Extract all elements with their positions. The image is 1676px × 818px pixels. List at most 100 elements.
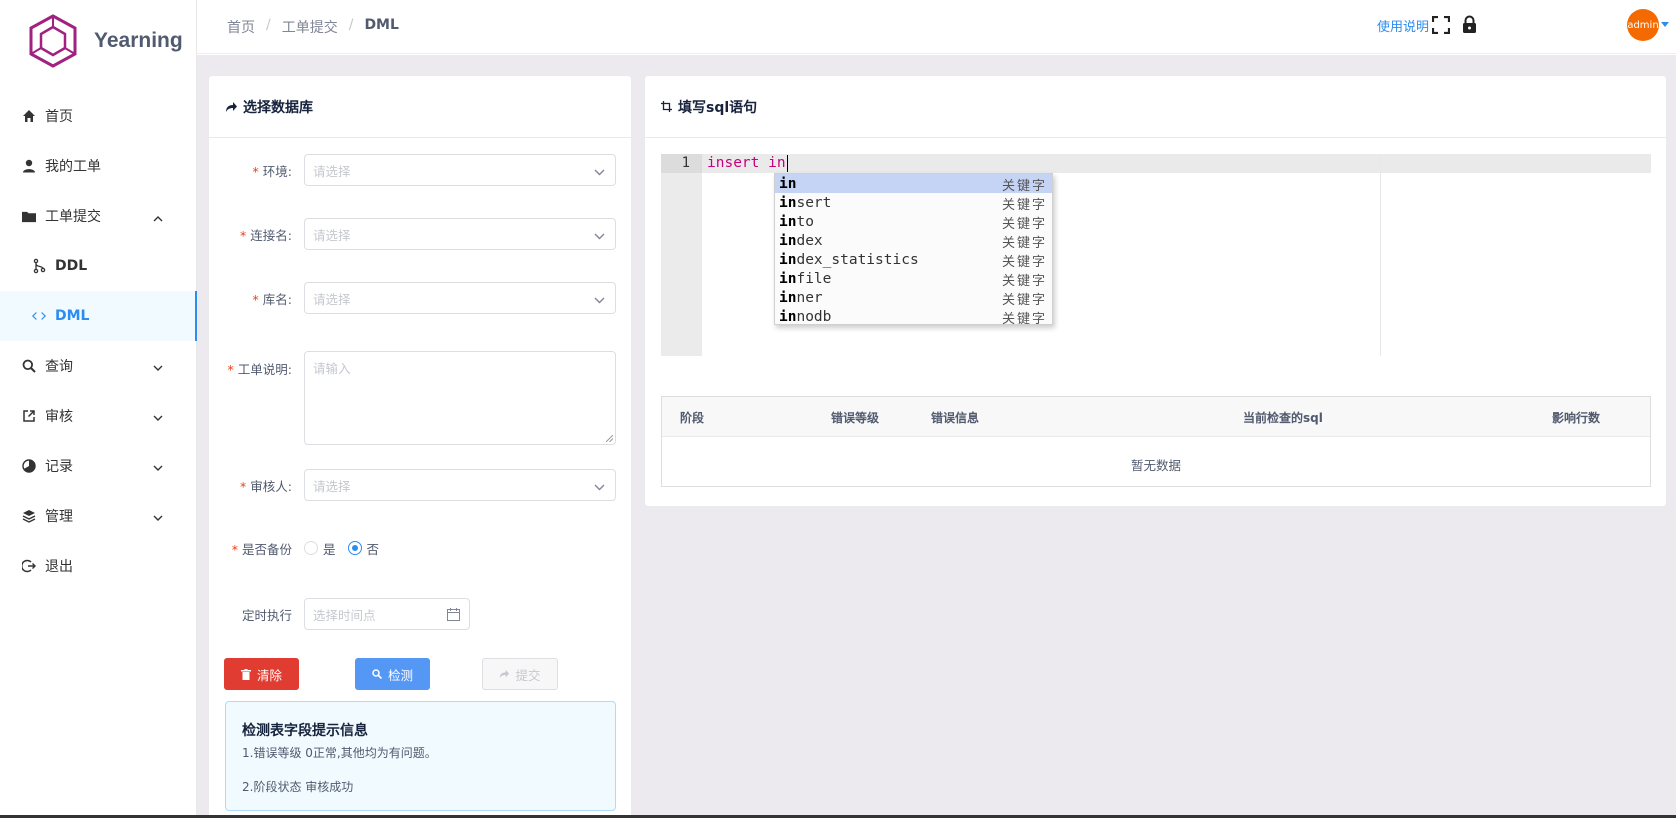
- desc-label: * 工单说明:: [227, 362, 292, 377]
- caret-down-icon[interactable]: [1661, 22, 1669, 27]
- autocomplete-item[interactable]: in file 关键字: [775, 269, 1052, 290]
- sidebar-item-ddl[interactable]: DDL: [0, 241, 197, 291]
- backup-radio-group: 是 否: [304, 539, 391, 558]
- schedule-placeholder: 选择时间点: [313, 607, 376, 623]
- folder-icon: [22, 209, 36, 223]
- db-label: * 库名:: [252, 291, 292, 307]
- sidebar-item-label: 管理: [45, 509, 73, 525]
- autocomplete-item[interactable]: in ner 关键字: [775, 288, 1052, 309]
- chevron-down-icon: [153, 410, 163, 426]
- sql-editor-card: 填写sql语句 1 insert in in 关键字 in sert 关键字 in to…: [644, 75, 1667, 507]
- conn-placeholder: 请选择: [313, 227, 351, 243]
- select-database-card: 选择数据库 * 环境: 请选择 * 连接名: 请选择 * 库名: 请选择 * 工单说明: [208, 75, 632, 818]
- column-header: 当前检查的sql: [1243, 411, 1323, 425]
- db-row: * 库名: 请选择: [209, 282, 629, 314]
- check-button[interactable]: 检测: [355, 658, 430, 690]
- chevron-down-icon: [594, 292, 605, 307]
- branch-icon: [32, 258, 46, 274]
- text-cursor: [786, 154, 788, 172]
- backup-radio-yes[interactable]: 是: [304, 539, 336, 558]
- column-header: 影响行数: [1552, 411, 1601, 425]
- code-text: insert in: [707, 155, 786, 171]
- home-icon: [22, 109, 36, 123]
- logo-icon: [29, 14, 77, 68]
- chevron-down-icon: [594, 228, 605, 243]
- db-select[interactable]: 请选择: [304, 282, 616, 314]
- lock-icon[interactable]: [1462, 15, 1477, 38]
- sidebar-item-ticket-submit[interactable]: 工单提交: [0, 191, 197, 241]
- layers-icon: [22, 509, 36, 523]
- reviewer-select[interactable]: 请选择: [304, 469, 616, 501]
- chevron-up-icon: [153, 210, 163, 226]
- sidebar-item-dml[interactable]: DML: [0, 291, 197, 341]
- check-label: 检测: [387, 667, 413, 683]
- schedule-datepicker[interactable]: 选择时间点: [304, 598, 470, 630]
- backup-row: * 是否备份 是 否: [209, 538, 629, 558]
- breadcrumb-home[interactable]: 首页: [227, 17, 255, 37]
- sidebar-item-manage[interactable]: 管理: [0, 491, 197, 541]
- reviewer-placeholder: 请选择: [313, 478, 351, 494]
- clear-button[interactable]: 清除: [224, 658, 299, 690]
- sql-editor[interactable]: 1 insert in in 关键字 in sert 关键字 in to 关键字 in de…: [661, 154, 1651, 356]
- active-line-highlight: [702, 154, 1651, 173]
- column-header: 错误等级: [831, 411, 880, 425]
- sidebar-item-review[interactable]: 审核: [0, 391, 197, 441]
- share-icon: [225, 101, 237, 113]
- reviewer-row: * 审核人: 请选择: [209, 469, 629, 501]
- sidebar-item-query[interactable]: 查询: [0, 341, 197, 391]
- autocomplete-item[interactable]: in dex_statistics 关键字: [775, 250, 1052, 271]
- info-line-1: 1.错误等级 0正常,其他均为有问题。: [242, 746, 437, 760]
- desc-placeholder: 请输入: [313, 361, 351, 376]
- breadcrumb-current: DML: [364, 17, 399, 33]
- autocomplete-item[interactable]: in dex 关键字: [775, 231, 1052, 252]
- sidebar: Yearning 首页 我的工单 工单提交 DDL DML 查询 审核 记录 管…: [0, 0, 197, 818]
- help-link[interactable]: 使用说明: [1377, 16, 1429, 35]
- empty-text: 暂无数据: [1130, 458, 1181, 473]
- breadcrumb: 首页 / 工单提交 / DML: [227, 17, 399, 37]
- clear-label: 清除: [256, 667, 282, 683]
- desc-row: * 工单说明: 请输入: [209, 351, 629, 445]
- sidebar-item-home[interactable]: 首页: [0, 91, 197, 141]
- card-header: 填写sql语句: [645, 76, 1666, 138]
- sidebar-item-my-tickets[interactable]: 我的工单: [0, 141, 197, 191]
- chevron-down-icon: [594, 164, 605, 179]
- radio-circle-checked[interactable]: [347, 541, 362, 555]
- card-title: 选择数据库: [243, 99, 313, 116]
- autocomplete-item[interactable]: in 关键字: [775, 174, 1052, 194]
- radio-circle[interactable]: [304, 541, 318, 555]
- breadcrumb-separator: /: [348, 17, 354, 33]
- table-header: 阶段 错误等级 错误信息 当前检查的sql 影响行数: [662, 397, 1650, 437]
- env-placeholder: 请选择: [313, 163, 351, 179]
- user-icon: [22, 159, 36, 173]
- conn-label: * 连接名:: [240, 227, 292, 243]
- breadcrumb-ticket-submit[interactable]: 工单提交: [282, 17, 338, 37]
- autocomplete-item[interactable]: in sert 关键字: [775, 193, 1052, 214]
- autocomplete-item[interactable]: in nodb 关键字: [775, 307, 1052, 328]
- env-select[interactable]: 请选择: [304, 154, 616, 186]
- autocomplete-item[interactable]: in to 关键字: [775, 212, 1052, 233]
- avatar[interactable]: admin: [1627, 9, 1659, 41]
- submit-button[interactable]: 提交: [482, 658, 558, 690]
- card-title: 填写sql语句: [678, 99, 758, 116]
- app-name: Yearning: [94, 29, 183, 52]
- backup-radio-no[interactable]: 否: [347, 539, 379, 558]
- desc-textarea[interactable]: 请输入: [304, 351, 616, 445]
- sidebar-item-logout[interactable]: 退出: [0, 541, 197, 591]
- info-alert: 检测表字段提示信息 1.错误等级 0正常,其他均为有问题。 2.阶段状态 审核成…: [225, 701, 616, 811]
- schedule-row: 定时执行 选择时间点: [209, 598, 629, 630]
- sidebar-item-records[interactable]: 记录: [0, 441, 197, 491]
- conn-select[interactable]: 请选择: [304, 218, 616, 250]
- trash-icon: [240, 668, 251, 680]
- resize-handle-icon[interactable]: [606, 435, 613, 442]
- search-icon: [372, 669, 382, 679]
- sidebar-item-label: 查询: [45, 359, 73, 375]
- info-title: 检测表字段提示信息: [242, 723, 368, 739]
- breadcrumb-separator: /: [266, 17, 271, 33]
- code-line[interactable]: insert in: [707, 154, 788, 173]
- sidebar-item-label: 首页: [45, 109, 73, 125]
- card-header: 选择数据库: [209, 76, 631, 138]
- backup-label: * 是否备份: [231, 541, 292, 557]
- fullscreen-icon[interactable]: [1431, 15, 1451, 38]
- schedule-label: 定时执行: [241, 607, 292, 623]
- calendar-icon: [447, 608, 460, 624]
